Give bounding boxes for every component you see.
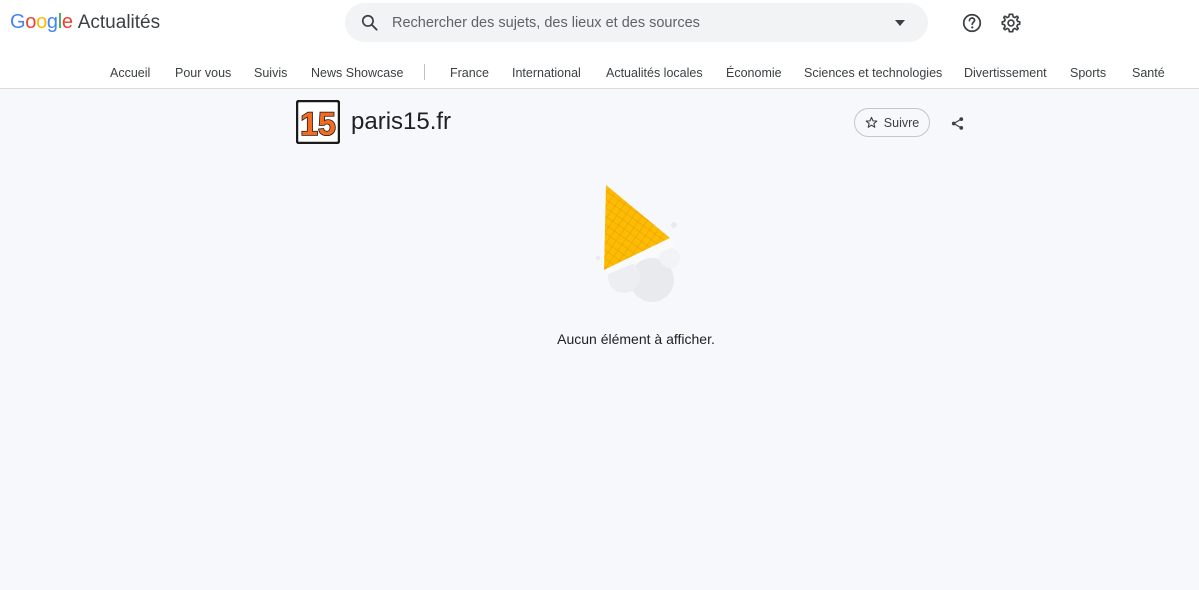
nav-item-actualites-locales[interactable]: Actualités locales <box>606 66 703 80</box>
source-logo-text: 15 <box>300 106 336 142</box>
nav-item-suivis[interactable]: Suivis <box>254 66 287 80</box>
logo-letter: G <box>10 11 26 33</box>
caret-down-icon[interactable] <box>894 19 906 27</box>
google-wordmark: Google <box>10 11 73 34</box>
follow-button[interactable]: Suivre <box>854 108 930 137</box>
main-nav: Accueil Pour vous Suivis News Showcase F… <box>0 58 1199 88</box>
settings-icon[interactable] <box>1000 12 1022 34</box>
product-name: Actualités <box>77 12 161 33</box>
google-news-logo[interactable]: Google Actualités <box>10 11 160 37</box>
empty-state-illustration <box>596 185 680 302</box>
logo-letter: e <box>61 11 73 33</box>
nav-item-economie[interactable]: Économie <box>726 66 782 80</box>
logo-letter: o <box>36 11 47 33</box>
nav-item-accueil[interactable]: Accueil <box>110 66 150 80</box>
star-outline-icon <box>865 116 878 128</box>
nav-item-sciences-technologies[interactable]: Sciences et technologies <box>804 66 942 80</box>
logo-letter: g <box>46 11 58 33</box>
nav-divider <box>424 64 425 80</box>
nav-item-news-showcase[interactable]: News Showcase <box>311 66 403 80</box>
top-bar: Google Actualités Accueil Pour vous Suiv… <box>0 0 1199 89</box>
help-icon[interactable] <box>961 12 983 34</box>
search-icon[interactable] <box>360 13 379 32</box>
search-input[interactable] <box>392 3 872 42</box>
logo-letter: o <box>25 11 37 33</box>
source-title: paris15.fr <box>351 108 452 135</box>
nav-item-france[interactable]: France <box>450 66 489 80</box>
nav-item-pour-vous[interactable]: Pour vous <box>175 66 231 80</box>
search-bar[interactable] <box>345 3 928 42</box>
nav-item-divertissement[interactable]: Divertissement <box>964 66 1047 80</box>
source-logo: 15 <box>296 100 340 144</box>
nav-item-sports[interactable]: Sports <box>1070 66 1106 80</box>
follow-label: Suivre <box>883 115 920 130</box>
share-icon[interactable] <box>950 116 965 131</box>
nav-item-international[interactable]: International <box>512 66 581 80</box>
nav-item-sante[interactable]: Santé <box>1132 66 1165 80</box>
empty-state-message: Aucun élément à afficher. <box>557 331 715 347</box>
